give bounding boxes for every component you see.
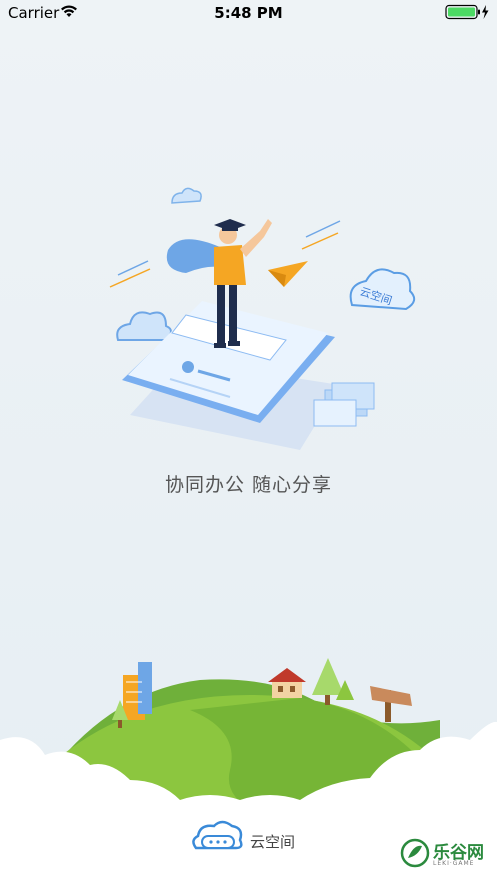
watermark-subtext: LEKI·GAME (433, 860, 475, 867)
paper-plane-icon (268, 261, 308, 287)
brand-name: 云空间 (250, 833, 296, 851)
battery-icon (445, 4, 491, 24)
slogan: 协同办公 随心分享 (164, 474, 333, 496)
building-icon (123, 662, 152, 720)
house-icon (268, 668, 306, 698)
hero-illustration: 云空间 (100, 175, 420, 459)
splash-screen: Carrier 5:48 PM 云空间 协同办公 随心分享 云空间 乐谷网 LE… (0, 0, 497, 883)
watermark-logo (400, 838, 430, 872)
clock: 5:48 PM (214, 4, 283, 22)
tree-icon (312, 658, 354, 705)
cloud-badge: 云空间 (349, 268, 416, 311)
brand-logo (190, 818, 246, 858)
cloud-icon (171, 187, 202, 204)
signpost-icon (370, 686, 412, 722)
cloud-icon (116, 311, 172, 341)
status-bar: Carrier 5:48 PM (0, 0, 497, 26)
